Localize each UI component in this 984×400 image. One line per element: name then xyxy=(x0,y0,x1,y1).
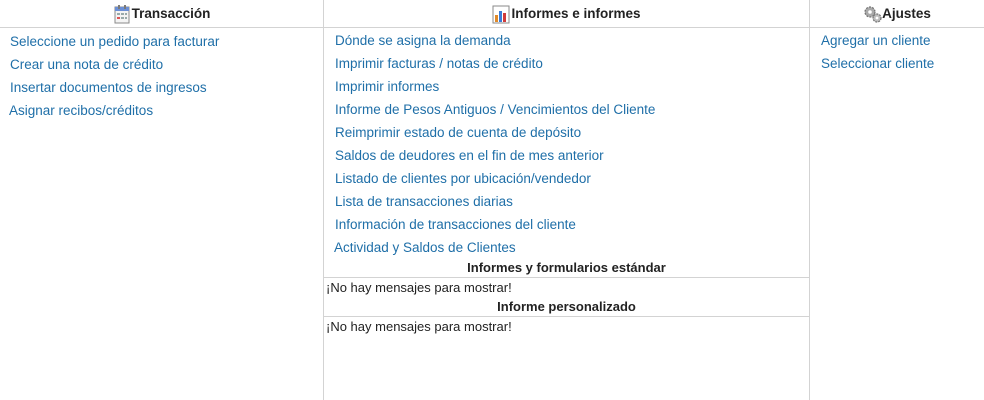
list-item: Informe de Pesos Antiguos / Vencimientos… xyxy=(335,98,809,121)
list-item: Agregar un cliente xyxy=(821,29,984,52)
link-asignar-recibos[interactable]: Asignar recibos/créditos xyxy=(9,103,153,118)
ajustes-title: Ajustes xyxy=(882,6,931,21)
link-reimprimir-estado-cuenta[interactable]: Reimprimir estado de cuenta de depósito xyxy=(335,125,581,140)
list-item: Imprimir facturas / notas de crédito xyxy=(335,52,809,75)
list-item: Saldos de deudores en el fin de mes ante… xyxy=(335,144,809,167)
link-seleccione-pedido[interactable]: Seleccione un pedido para facturar xyxy=(10,34,219,49)
module-columns: Transacción Seleccione un pedido para fa… xyxy=(0,0,984,400)
custom-report-empty-message: ¡No hay mensajes para mostrar! xyxy=(326,319,512,334)
informes-column: Informes e informes Dónde se asigna la d… xyxy=(324,0,810,400)
link-saldos-deudores[interactable]: Saldos de deudores en el fin de mes ante… xyxy=(335,148,604,163)
transaccion-links: Seleccione un pedido para facturar Crear… xyxy=(0,28,323,122)
list-item: Lista de transacciones diarias xyxy=(335,190,809,213)
standard-reports-heading: Informes y formularios estándar xyxy=(324,259,809,278)
link-listado-clientes-ubicacion[interactable]: Listado de clientes por ubicación/vended… xyxy=(335,171,591,186)
link-crear-nota-credito[interactable]: Crear una nota de crédito xyxy=(10,57,163,72)
link-actividad-saldos[interactable]: Actividad y Saldos de Clientes xyxy=(334,240,516,255)
list-item: Asignar recibos/créditos xyxy=(0,99,323,122)
gears-icon xyxy=(863,4,882,24)
list-item: Insertar documentos de ingresos xyxy=(0,76,323,99)
calendar-icon xyxy=(113,4,131,24)
list-item: Actividad y Saldos de Clientes xyxy=(334,236,809,259)
link-donde-se-asigna-demanda[interactable]: Dónde se asigna la demanda xyxy=(335,33,511,48)
link-imprimir-informes[interactable]: Imprimir informes xyxy=(335,79,439,94)
list-item: Listado de clientes por ubicación/vended… xyxy=(335,167,809,190)
informes-header: Informes e informes xyxy=(324,0,809,28)
link-informe-pesos-antiguos[interactable]: Informe de Pesos Antiguos / Vencimientos… xyxy=(335,102,655,117)
list-item: Información de transacciones del cliente xyxy=(335,213,809,236)
transaccion-header: Transacción xyxy=(0,0,323,28)
link-agregar-cliente[interactable]: Agregar un cliente xyxy=(821,33,931,48)
link-imprimir-facturas[interactable]: Imprimir facturas / notas de crédito xyxy=(335,56,543,71)
list-item: Seleccionar cliente xyxy=(821,52,984,75)
ajustes-links: Agregar un cliente Seleccionar cliente xyxy=(810,28,984,75)
link-lista-transacciones-diarias[interactable]: Lista de transacciones diarias xyxy=(335,194,513,209)
link-informacion-transacciones[interactable]: Información de transacciones del cliente xyxy=(335,217,576,232)
ajustes-header: Ajustes xyxy=(810,0,984,28)
list-item: Crear una nota de crédito xyxy=(0,53,323,76)
list-item: Imprimir informes xyxy=(335,75,809,98)
list-item: Seleccione un pedido para facturar xyxy=(0,30,323,53)
standard-reports-empty-message: ¡No hay mensajes para mostrar! xyxy=(326,280,512,295)
custom-report-heading: Informe personalizado xyxy=(324,298,809,317)
transaccion-title: Transacción xyxy=(131,6,211,21)
bar-chart-icon xyxy=(492,4,510,24)
transaccion-column: Transacción Seleccione un pedido para fa… xyxy=(0,0,324,400)
list-item: Reimprimir estado de cuenta de depósito xyxy=(335,121,809,144)
informes-title: Informes e informes xyxy=(511,6,641,21)
informes-links: Dónde se asigna la demanda Imprimir fact… xyxy=(324,28,809,259)
list-item: Dónde se asigna la demanda xyxy=(335,29,809,52)
link-seleccionar-cliente[interactable]: Seleccionar cliente xyxy=(821,56,934,71)
ajustes-column: Ajustes Agregar un cliente Seleccionar c… xyxy=(810,0,984,400)
link-insertar-documentos[interactable]: Insertar documentos de ingresos xyxy=(10,80,207,95)
